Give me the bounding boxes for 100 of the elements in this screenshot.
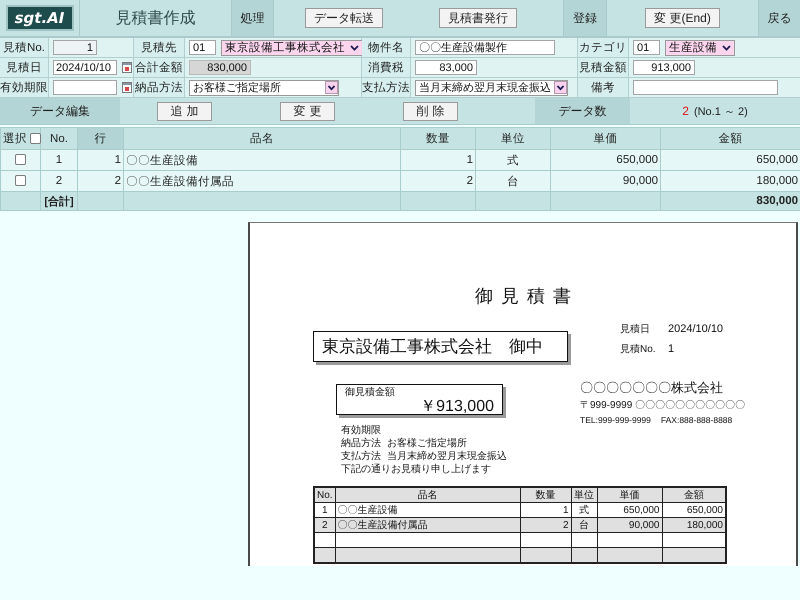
column-header: 品名 (124, 128, 400, 150)
table-cell: 〇〇生産設備付属品 (335, 518, 520, 532)
text-field[interactable] (633, 80, 778, 95)
code-field[interactable]: 01 (633, 40, 660, 55)
field-label: 消費税 (362, 58, 410, 77)
term-value: お客様ご指定場所 (387, 437, 467, 450)
column-header: 金額 (660, 128, 800, 150)
term-label: 支払方法 (341, 450, 382, 463)
chevron-down-icon (350, 44, 359, 50)
document-title: 御見積書 (474, 285, 580, 307)
issuer-address: 〒999-9999 〇〇〇〇〇〇〇〇〇〇〇 (580, 400, 746, 412)
term-value: 当月末締め翌月末現金振込 (387, 450, 507, 463)
date-field[interactable]: 2024/10/10 (53, 60, 117, 75)
column-header: 単価 (550, 128, 660, 150)
field-label: 有効期限 (0, 78, 48, 97)
table-cell: 2 (78, 170, 124, 192)
section-label: 登録 (564, 0, 607, 36)
field-label: 支払方法 (362, 78, 410, 97)
term-label: 有効期限 (341, 424, 382, 437)
table-cell: 650,000 (550, 150, 660, 170)
table-cell: 〇〇生産設備 (124, 150, 400, 170)
column-header: 単位 (476, 128, 550, 150)
calendar-icon[interactable] (122, 62, 132, 73)
table-cell: 台 (476, 170, 550, 192)
dropdown[interactable]: 当月末締め翌月末現金振込 (415, 80, 568, 96)
column-header: No. (40, 128, 78, 150)
table-cell: 2 (314, 518, 335, 532)
dropdown[interactable]: お客様ご指定場所 (189, 80, 339, 96)
action-button[interactable]: データ転送 (305, 8, 383, 28)
column-header: No. (314, 487, 335, 502)
column-header: 単位 (571, 487, 597, 502)
column-header: 品名 (335, 487, 520, 502)
text-field[interactable]: 〇〇生産設備製作 (415, 40, 555, 55)
code-field[interactable]: 01 (189, 40, 216, 55)
table-cell: 2 (40, 170, 78, 192)
meta-label: 見積日 (620, 322, 651, 336)
column-header: 行 (78, 128, 124, 150)
chevron-down-icon (325, 81, 338, 94)
meta-value: 2024/10/10 (668, 323, 724, 335)
record-count: 2 (682, 104, 689, 118)
field-label: 見積先 (134, 38, 184, 57)
table-cell: 830,000 (660, 192, 800, 210)
chevron-down-icon (722, 44, 731, 50)
issuer-contact: TEL:999-999-9999 (580, 415, 651, 425)
total-field[interactable]: 830,000 (189, 60, 251, 75)
calendar-icon[interactable] (122, 82, 132, 93)
issuer-contact: FAX:888-888-8888 (660, 415, 732, 425)
record-range: (No.1 ～ 2) (694, 104, 748, 118)
action-button[interactable]: 見積書発行 (439, 8, 517, 28)
table-cell: 台 (571, 518, 597, 532)
amount-value: ￥913,000 (419, 398, 494, 415)
field-label: 納品方法 (134, 78, 184, 97)
field-label: カテゴリ (578, 38, 628, 57)
back-button[interactable]: 戻る (759, 0, 800, 36)
action-button[interactable]: 変 更(End) (645, 8, 720, 28)
table-cell: 90,000 (597, 518, 662, 532)
column-header: 単価 (597, 487, 662, 502)
column-header: 金額 (662, 487, 726, 502)
section-label: 処理 (232, 0, 274, 36)
recipient-name: 東京設備工事株式会社 御中 (313, 331, 571, 365)
table-cell: [合計] (40, 192, 78, 210)
table-cell: 650,000 (660, 150, 800, 170)
column-header: 数量 (520, 487, 571, 502)
table-cell: 90,000 (550, 170, 660, 192)
action-button[interactable]: 追加 (157, 102, 212, 120)
table-cell: 2 (520, 518, 571, 532)
row-checkbox[interactable] (15, 175, 26, 186)
date-field[interactable] (53, 80, 117, 95)
app-logo: sgt.AI (6, 5, 74, 31)
table-cell: 180,000 (660, 170, 800, 192)
table-cell: 180,000 (662, 518, 726, 532)
field-label: 見積金額 (578, 58, 628, 77)
amount-label: 御見積金額 (345, 387, 396, 398)
action-button[interactable]: 変更 (280, 102, 335, 120)
header-label: 選択 (3, 132, 27, 146)
action-button[interactable]: 削除 (403, 102, 458, 120)
amount-field[interactable]: 913,000 (633, 60, 695, 75)
chevron-down-icon (554, 81, 567, 94)
number-field[interactable]: 1 (53, 40, 97, 55)
section-label: データ編集 (0, 98, 120, 124)
dropdown[interactable]: 生産設備 (665, 40, 735, 56)
note-text: 下記の通りお見積り申し上げます (341, 463, 492, 476)
row-checkbox[interactable] (15, 154, 26, 166)
term-label: 納品方法 (341, 437, 382, 450)
select-all-checkbox[interactable] (30, 133, 41, 144)
table-cell: 1 (78, 150, 124, 170)
field-label: 見積日 (0, 58, 48, 77)
table-cell: 式 (476, 150, 550, 170)
field-label: 合計金額 (134, 58, 184, 77)
table-cell: 1 (40, 150, 78, 170)
field-label: 備考 (578, 78, 628, 97)
section-label: データ数 (535, 98, 630, 124)
column-header: 数量 (400, 128, 476, 150)
field-label: 物件名 (362, 38, 410, 57)
meta-label: 見積No. (620, 342, 657, 356)
dropdown[interactable]: 東京設備工事株式会社 (221, 40, 363, 56)
issuer-name: 〇〇〇〇〇〇〇株式会社 (580, 380, 724, 396)
amount-field[interactable]: 83,000 (415, 60, 477, 75)
table-cell: 1 (400, 150, 476, 170)
table-cell: 〇〇生産設備付属品 (124, 170, 400, 192)
